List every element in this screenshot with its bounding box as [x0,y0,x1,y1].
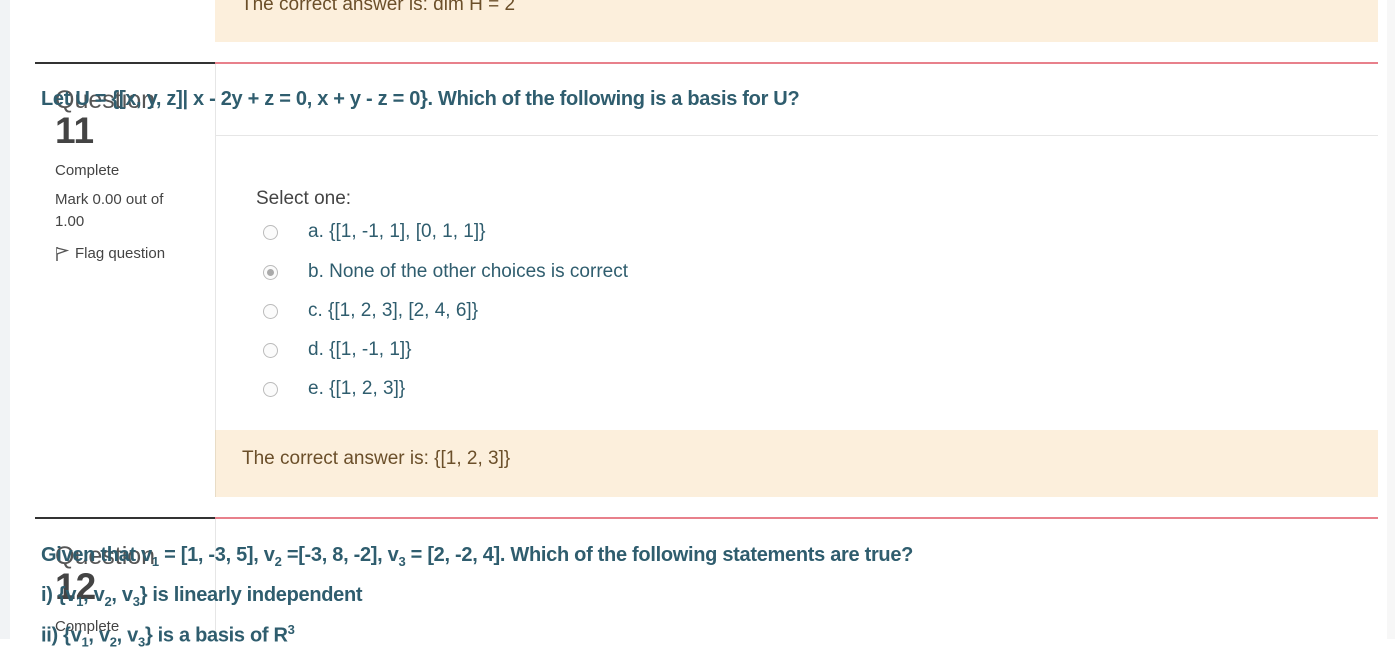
question-11-info-rule [35,62,215,64]
question-12-text-line-3: ii) {v1, v2, v3} is a basis of R3 [41,622,295,650]
flag-question-label: Flag question [75,245,166,262]
answer-c-label[interactable]: c. {[1, 2, 3], [2, 4, 6]} [308,300,478,322]
text-segment: Given that v [41,544,152,566]
text-segment: , v [88,624,110,647]
flag-icon [56,246,69,261]
question-number: 11 [55,110,95,151]
text-segment: ii) {v [41,624,82,647]
text-segment: =[-3, 8, -2], v [281,544,399,566]
answer-option-d[interactable]: d. {[1, -1, 1]} [263,338,412,362]
answer-option-c[interactable]: c. {[1, 2, 3], [2, 4, 6]} [263,299,478,323]
previous-feedback-text: The correct answer is: dim H = 2 [241,0,516,15]
text-segment: } is linearly independent [139,584,363,606]
answer-c-radio[interactable] [263,303,278,319]
answer-b-radio[interactable] [263,264,278,280]
answer-a-radio[interactable] [263,224,278,240]
flag-question-link[interactable]: Flag question [55,245,205,262]
question-state: Complete [55,162,120,179]
text-segment: } is a basis of R [144,624,288,647]
previous-question-feedback: The correct answer is: dim H = 2 [215,0,1378,42]
subscript: 3 [138,634,145,650]
text-segment: , v [83,584,105,606]
question-grade: Mark 0.00 out of 1.00 [55,191,164,230]
question-12-info-rule [35,517,215,519]
answer-d-label[interactable]: d. {[1, -1, 1]} [308,339,412,361]
question-12-text-line-2: i) {v1, v2, v3} is linearly independent [41,584,363,609]
answer-option-e[interactable]: e. {[1, 2, 3]} [263,377,405,401]
question-11-feedback: The correct answer is: {[1, 2, 3]} [215,430,1378,497]
scrollbar-track[interactable] [1387,0,1395,639]
question-11-content [215,64,1378,430]
correct-answer-text: The correct answer is: {[1, 2, 3]} [242,448,511,469]
answer-d-radio[interactable] [263,342,278,358]
subscript: 2 [109,634,117,650]
text-segment: = [1, -3, 5], v [158,544,275,566]
question-12-content [215,519,1378,639]
answer-a-label[interactable]: a. {[1, -1, 1], [0, 1, 1]} [308,221,485,243]
select-one-prompt: Select one: [256,188,352,209]
text-segment: , v [116,624,139,647]
question-11-text: Let U = {[x, y, z]| x - 2y + z = 0, x + … [41,88,800,110]
subscript: 3 [132,594,140,609]
answer-e-radio[interactable] [263,381,278,397]
subscript: 2 [274,554,282,569]
answer-b-label[interactable]: b. None of the other choices is correct [308,261,628,283]
question-text-divider [215,135,1378,136]
subscript: 1 [151,554,159,569]
answer-option-b[interactable]: b. None of the other choices is correct [263,260,628,284]
superscript: 3 [287,622,295,637]
question-12-text-line-1: Given that v1 = [1, -3, 5], v2 =[-3, 8, … [41,544,913,569]
text-segment: i) {v [41,584,77,606]
text-segment: , v [111,584,133,606]
page-left-margin [0,0,10,639]
text-segment: = [2, -2, 4]. Which of the following sta… [405,544,914,566]
answer-e-label[interactable]: e. {[1, 2, 3]} [308,378,405,400]
question-11-info: Question 11 Complete Mark 0.00 out of 1.… [55,86,205,262]
answer-option-a[interactable]: a. {[1, -1, 1], [0, 1, 1]} [263,220,485,244]
